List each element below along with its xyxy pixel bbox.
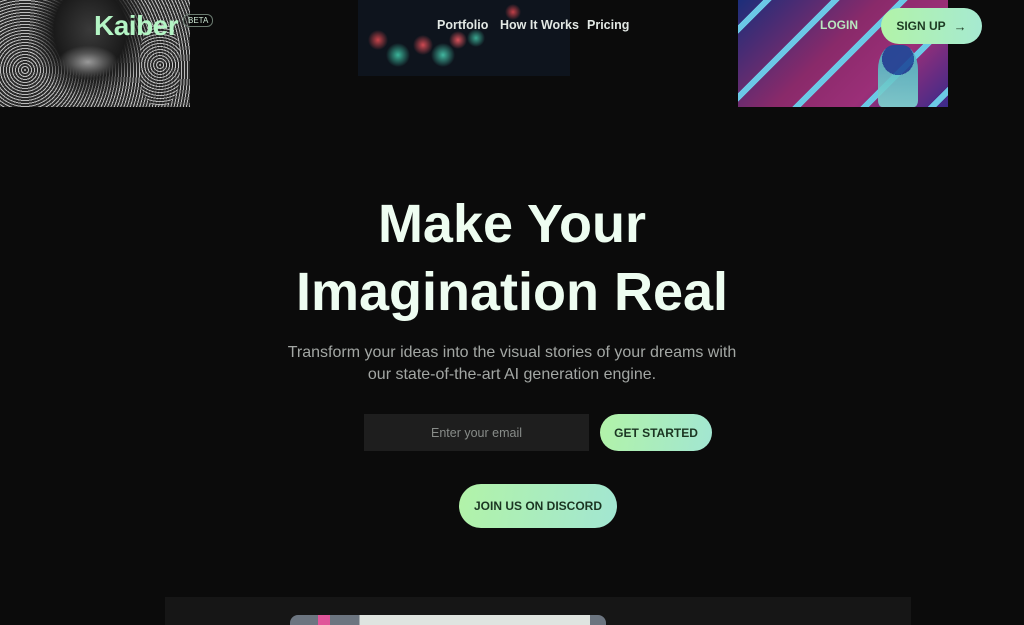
arrow-right-icon: →: [953, 18, 967, 34]
nav-link-how-it-works[interactable]: How It Works: [500, 18, 579, 32]
login-link[interactable]: LOGIN: [820, 18, 858, 32]
hero-subtitle-line-2: our state-of-the-art AI generation engin…: [367, 366, 657, 383]
signup-button[interactable]: SIGN UP →: [881, 8, 982, 44]
nav-link-pricing[interactable]: Pricing: [587, 18, 629, 32]
hero-subtitle-line-1: Transform your ideas into the visual sto…: [287, 344, 737, 361]
hero-title-line-2: Imagination Real: [295, 262, 729, 322]
nav-link-portfolio[interactable]: Portfolio: [437, 18, 488, 32]
video-preview-image: [290, 615, 606, 625]
logo[interactable]: Kaiber: [94, 10, 179, 42]
hero-title: Make Your Imagination Real: [0, 190, 1024, 326]
hero-subtitle: Transform your ideas into the visual sto…: [0, 342, 1024, 386]
beta-badge: BETA: [183, 14, 214, 27]
hero-title-line-1: Make Your: [377, 194, 647, 254]
join-discord-button[interactable]: JOIN US ON DISCORD: [459, 484, 617, 528]
particles-artwork-image: [358, 0, 570, 76]
get-started-button[interactable]: GET STARTED: [600, 414, 712, 451]
email-input[interactable]: [364, 414, 589, 451]
signup-label: SIGN UP: [896, 19, 946, 33]
